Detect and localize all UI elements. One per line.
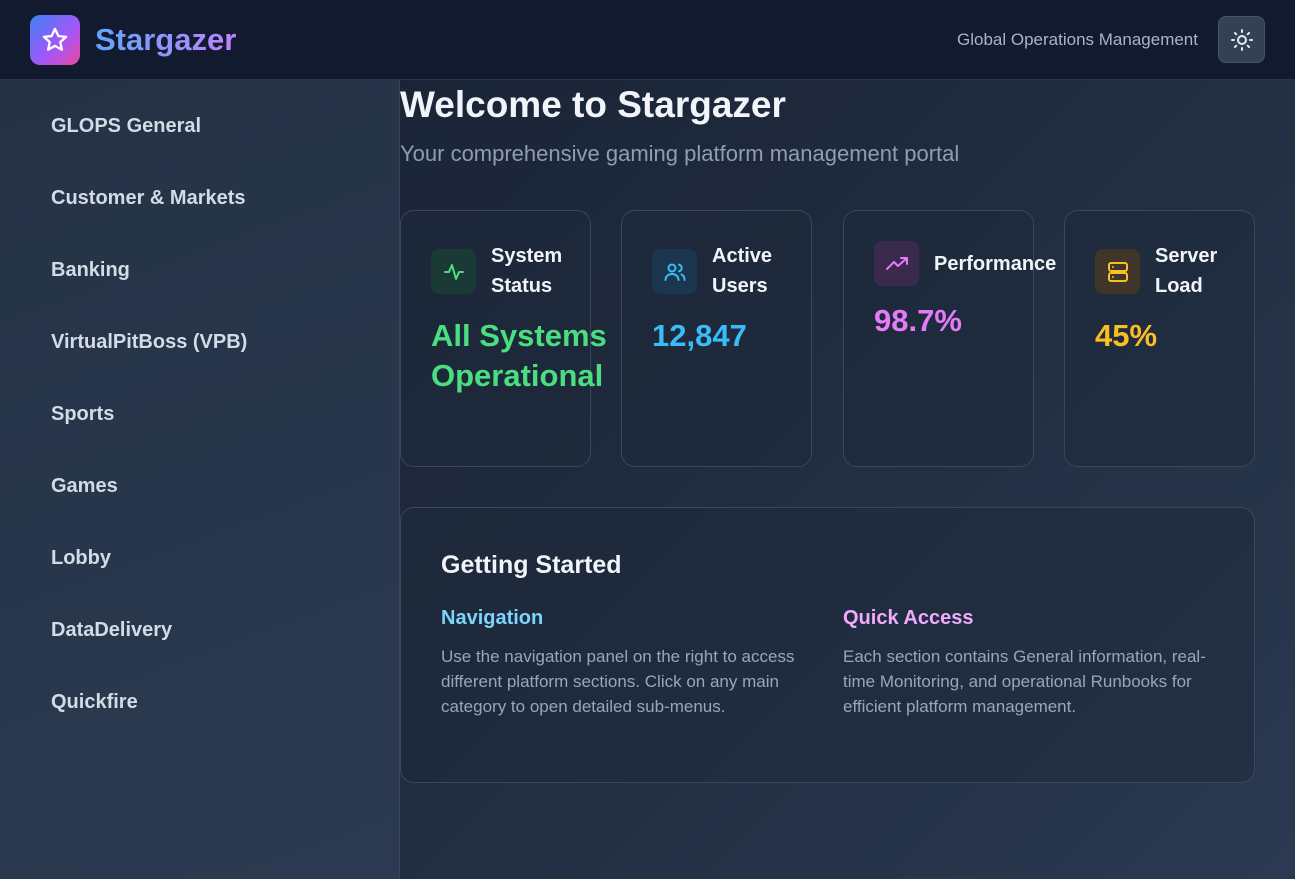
stat-label: Performance — [934, 253, 1057, 275]
getting-started-title: Getting Started — [441, 551, 622, 579]
quick-access-text: Each section contains General informatio… — [843, 647, 1206, 716]
top-bar: Stargazer Global Operations Management — [0, 0, 1295, 80]
stat-value: All Systems Operational — [431, 318, 607, 393]
sidebar-item-datadelivery[interactable]: DataDelivery — [51, 618, 172, 642]
stat-label: Server Load — [1155, 245, 1218, 297]
sidebar-item-games[interactable]: Games — [51, 474, 118, 498]
navigation-heading: Navigation — [441, 607, 544, 629]
sidebar-item-sports[interactable]: Sports — [51, 402, 114, 426]
page-title: Welcome to Stargazer — [400, 84, 786, 125]
sidebar-item-customer-markets[interactable]: Customer & Markets — [51, 186, 246, 210]
sun-icon — [1230, 28, 1253, 51]
stat-value: 12,847 — [652, 318, 747, 353]
theme-toggle-button[interactable] — [1218, 16, 1265, 63]
users-icon-badge — [652, 249, 697, 294]
app-title[interactable]: Stargazer — [95, 20, 236, 60]
page-subtitle: Your comprehensive gaming platform manag… — [400, 141, 960, 166]
stat-label: System Status — [491, 245, 563, 297]
activity-icon — [443, 263, 464, 280]
sidebar-item-quickfire[interactable]: Quickfire — [51, 690, 138, 714]
stat-card-performance: Performance 98.7% — [843, 210, 1056, 467]
sidebar-item-glops-general[interactable]: GLOPS General — [51, 114, 201, 138]
getting-started-panel: Getting Started Navigation Use the navig… — [400, 507, 1255, 783]
sidebar: GLOPS General Customer & Markets Banking… — [0, 80, 400, 879]
activity-icon-badge — [431, 249, 476, 294]
trending-up-icon-badge — [874, 241, 919, 286]
trending-up-icon — [885, 256, 908, 270]
server-icon-badge — [1095, 249, 1140, 294]
star-icon — [42, 27, 68, 51]
sidebar-item-banking[interactable]: Banking — [51, 258, 130, 282]
stat-value: 45% — [1095, 318, 1158, 353]
quick-access-heading: Quick Access — [843, 607, 974, 629]
users-icon — [664, 263, 685, 281]
stat-label: Active Users — [712, 245, 773, 297]
stat-card-server-load: Server Load 45% — [1064, 210, 1255, 467]
stat-card-system-status: System Status All Systems Operational — [400, 210, 607, 467]
organization-name: Global Operations Management — [957, 30, 1198, 49]
navigation-text: Use the navigation panel on the right to… — [441, 647, 795, 716]
sidebar-item-lobby[interactable]: Lobby — [51, 546, 111, 570]
app-logo[interactable] — [30, 15, 80, 65]
sidebar-item-virtualpitboss[interactable]: VirtualPitBoss (VPB) — [51, 330, 247, 354]
main-content: Welcome to Stargazer Your comprehensive … — [400, 80, 1295, 879]
server-icon — [1107, 261, 1128, 282]
stat-value: 98.7% — [874, 303, 962, 338]
stat-card-active-users: Active Users 12,847 — [621, 210, 812, 467]
